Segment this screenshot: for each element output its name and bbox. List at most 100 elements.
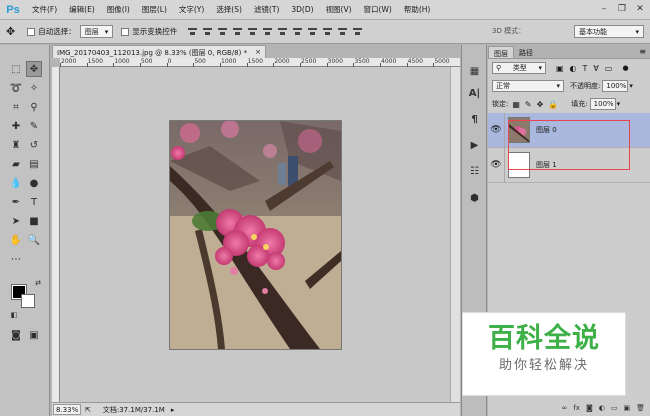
blend-mode-dropdown[interactable]: 正常 ▾ xyxy=(492,80,564,92)
3d-panel-icon[interactable]: ⬢ xyxy=(466,190,483,207)
layer-style-icon[interactable]: fx xyxy=(573,404,580,416)
magic-wand-tool-icon[interactable]: ✧ xyxy=(26,80,42,96)
blur-tool-icon[interactable]: 💧 xyxy=(8,175,24,191)
panel-menu-icon[interactable]: ≡ xyxy=(639,47,646,56)
dropdown-arrow-icon[interactable]: ▾ xyxy=(617,100,621,108)
actions-panel-icon[interactable]: ▶ xyxy=(466,137,483,154)
vertical-scrollbar[interactable] xyxy=(450,67,460,402)
distribute-top-icon[interactable] xyxy=(277,26,288,37)
lasso-tool-icon[interactable]: ➰ xyxy=(8,80,24,96)
menu-type[interactable]: 文字(Y) xyxy=(173,0,210,20)
type-tool-icon[interactable]: T xyxy=(26,194,42,210)
adjustment-layer-icon[interactable]: ◐ xyxy=(599,404,605,416)
align-hcenter-icon[interactable] xyxy=(247,26,258,37)
delete-layer-icon[interactable]: 🗑 xyxy=(636,404,645,416)
background-color-swatch[interactable] xyxy=(21,294,35,308)
quick-mask-icon[interactable]: ◙ xyxy=(8,327,24,343)
eye-icon[interactable]: 👁 xyxy=(488,125,504,135)
link-layers-icon[interactable]: ∞ xyxy=(562,404,568,416)
layers-panel-tabs: 图层 路径 ≡ xyxy=(488,45,650,59)
menu-image[interactable]: 图像(I) xyxy=(101,0,136,20)
document-tab[interactable]: IMG_20170403_112013.jpg @ 8.33% (图层 0, R… xyxy=(52,45,266,58)
menu-edit[interactable]: 编辑(E) xyxy=(63,0,101,20)
marquee-tool-icon[interactable]: ⬚ xyxy=(8,61,24,77)
dodge-tool-icon[interactable]: ● xyxy=(26,175,42,191)
align-vcenter-icon[interactable] xyxy=(202,26,213,37)
gradient-tool-icon[interactable]: ▤ xyxy=(26,156,42,172)
tab-layers[interactable]: 图层 xyxy=(488,46,514,58)
ruler-tick-label: 3500 xyxy=(354,58,370,65)
menu-select[interactable]: 选择(S) xyxy=(210,0,248,20)
rectangle-tool-icon[interactable]: ■ xyxy=(26,213,42,229)
auto-select-checkbox[interactable] xyxy=(27,27,36,36)
properties-panel-icon[interactable]: ☷ xyxy=(466,163,483,180)
auto-select-dropdown[interactable]: 图层 ▾ xyxy=(79,25,114,38)
menu-view[interactable]: 视图(V) xyxy=(320,0,358,20)
clone-stamp-tool-icon[interactable]: ♜ xyxy=(8,137,24,153)
move-tool-icon[interactable]: ✥ xyxy=(26,61,42,77)
crop-tool-icon[interactable]: ⌗ xyxy=(8,99,24,115)
minimize-button[interactable]: – xyxy=(596,2,612,16)
filter-type-icons[interactable]: ▣◐TⱯ▭ xyxy=(556,64,618,73)
restore-button[interactable]: ❐ xyxy=(614,2,630,16)
history-brush-tool-icon[interactable]: ↺ xyxy=(26,137,42,153)
align-bottom-icon[interactable] xyxy=(217,26,228,37)
share-icon[interactable]: ⇱ xyxy=(85,406,91,414)
swap-colors-icon[interactable]: ⇄ xyxy=(30,275,46,291)
brush-tool-icon[interactable]: ✎ xyxy=(26,118,42,134)
new-group-icon[interactable]: ▭ xyxy=(611,404,618,416)
fill-field[interactable]: 100% xyxy=(589,98,616,110)
menu-layer[interactable]: 图层(L) xyxy=(136,0,173,20)
tab-paths[interactable]: 路径 xyxy=(514,46,538,58)
move-tool-icon[interactable]: ✥ xyxy=(6,25,15,38)
align-left-icon[interactable] xyxy=(232,26,243,37)
layer-filter-dropdown[interactable]: ⚲ 类型 ▾ xyxy=(492,62,546,74)
dropdown-arrow-icon[interactable]: ▾ xyxy=(629,82,633,90)
menu-3d[interactable]: 3D(D) xyxy=(285,0,319,20)
menu-window[interactable]: 窗口(W) xyxy=(358,0,398,20)
status-menu-icon[interactable]: ▸ xyxy=(171,406,175,414)
show-transform-checkbox[interactable] xyxy=(121,27,130,36)
add-mask-icon[interactable]: ◙ xyxy=(586,404,593,416)
new-layer-icon[interactable]: ▣ xyxy=(623,404,630,416)
eraser-tool-icon[interactable]: ▰ xyxy=(8,156,24,172)
default-colors-icon[interactable]: ◧ xyxy=(6,307,22,323)
align-top-icon[interactable] xyxy=(187,26,198,37)
character-panel-icon[interactable]: A| xyxy=(466,85,483,102)
opacity-field[interactable]: 100% xyxy=(602,80,629,92)
history-panel-icon[interactable]: ▦ xyxy=(466,63,483,80)
menu-file[interactable]: 文件(F) xyxy=(26,0,63,20)
lock-icons[interactable]: ▦✎✥🔒 xyxy=(512,100,563,109)
layer-row[interactable]: 👁 图层 0 xyxy=(488,112,650,148)
3d-mode-label: 3D 模式： xyxy=(492,27,526,35)
workspace-dropdown[interactable]: 基本功能 ▾ xyxy=(574,25,644,38)
distribute-left-icon[interactable] xyxy=(322,26,333,37)
watermark-subtitle: 助你轻松解决 xyxy=(498,358,589,373)
more-tools-icon[interactable]: ⋯ xyxy=(8,251,24,267)
pen-tool-icon[interactable]: ✒ xyxy=(8,194,24,210)
eyedropper-tool-icon[interactable]: ⚲ xyxy=(26,99,42,115)
hand-tool-icon[interactable]: ✋ xyxy=(8,232,24,248)
canvas-area[interactable] xyxy=(60,67,460,402)
distribute-bottom-icon[interactable] xyxy=(307,26,318,37)
distribute-right-icon[interactable] xyxy=(352,26,363,37)
screen-mode-icon[interactable]: ▣ xyxy=(26,327,42,343)
eye-icon[interactable]: 👁 xyxy=(488,160,504,170)
close-tab-icon[interactable]: × xyxy=(255,48,261,56)
menu-filter[interactable]: 滤镜(T) xyxy=(248,0,285,20)
zoom-tool-icon[interactable]: 🔍 xyxy=(26,232,42,248)
menu-help[interactable]: 帮助(H) xyxy=(398,0,437,20)
close-button[interactable]: ✕ xyxy=(632,2,648,16)
paragraph-panel-icon[interactable]: ¶ xyxy=(466,111,483,128)
layer-row[interactable]: 👁 图层 1 xyxy=(488,147,650,183)
path-selection-tool-icon[interactable]: ➤ xyxy=(8,213,24,229)
zoom-level-field[interactable]: 8.33% xyxy=(53,404,81,415)
healing-brush-tool-icon[interactable]: ✚ xyxy=(8,118,24,134)
distribute-hcenter-icon[interactable] xyxy=(337,26,348,37)
document-size-text: 文档:37.1M/37.1M xyxy=(102,405,165,414)
distribute-vcenter-icon[interactable] xyxy=(292,26,303,37)
align-right-icon[interactable] xyxy=(262,26,273,37)
layers-footer: ∞ fx ◙ ◐ ▭ ▣ 🗑 xyxy=(488,404,650,416)
filter-toggle-icon[interactable]: ● xyxy=(622,64,628,72)
window-controls: – ❐ ✕ xyxy=(596,2,648,16)
